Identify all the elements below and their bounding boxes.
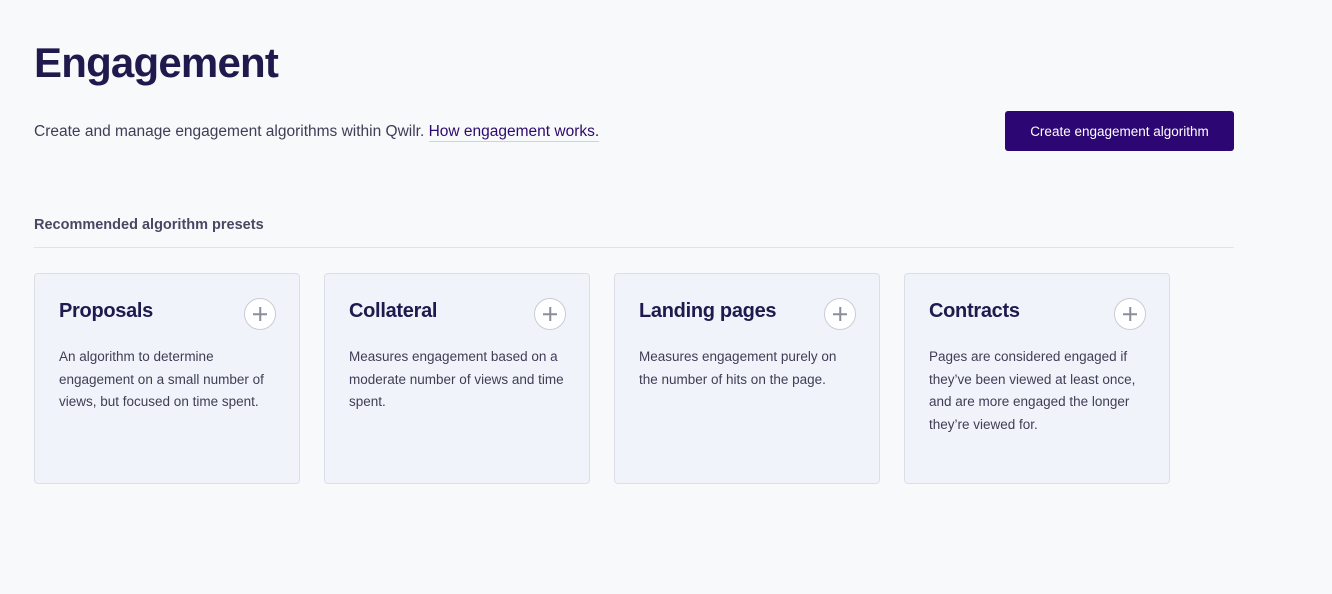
intro-description: Create and manage engagement algorithms …: [34, 123, 429, 140]
preset-card-collateral[interactable]: Collateral Measures engagement based on …: [324, 273, 590, 484]
card-title: Contracts: [929, 300, 1020, 322]
plus-icon[interactable]: [244, 298, 276, 330]
plus-icon[interactable]: [534, 298, 566, 330]
card-description: Measures engagement purely on the number…: [639, 349, 837, 387]
card-description: Pages are considered engaged if they’ve …: [929, 349, 1136, 432]
engagement-page: Engagement Create and manage engagement …: [0, 0, 1332, 594]
plus-icon[interactable]: [1114, 298, 1146, 330]
plus-icon[interactable]: [824, 298, 856, 330]
card-title: Collateral: [349, 300, 438, 322]
card-title: Proposals: [59, 300, 153, 322]
preset-card-contracts[interactable]: Contracts Pages are considered engaged i…: [904, 273, 1170, 484]
card-description: Measures engagement based on a moderate …: [349, 349, 564, 409]
page-title: Engagement: [34, 39, 279, 86]
card-title: Landing pages: [639, 300, 777, 322]
preset-card-proposals[interactable]: Proposals An algorithm to determine enga…: [34, 273, 300, 484]
section-divider: [34, 247, 1234, 248]
preset-card-landing-pages[interactable]: Landing pages Measures engagement purely…: [614, 273, 880, 484]
intro-text: Create and manage engagement algorithms …: [34, 121, 600, 143]
card-description: An algorithm to determine engagement on …: [59, 349, 264, 409]
create-engagement-algorithm-button[interactable]: Create engagement algorithm: [1005, 111, 1234, 151]
section-label: Recommended algorithm presets: [34, 217, 264, 233]
preset-cards: Proposals An algorithm to determine enga…: [34, 273, 1170, 484]
how-engagement-works-link[interactable]: How engagement works.: [428, 123, 600, 142]
